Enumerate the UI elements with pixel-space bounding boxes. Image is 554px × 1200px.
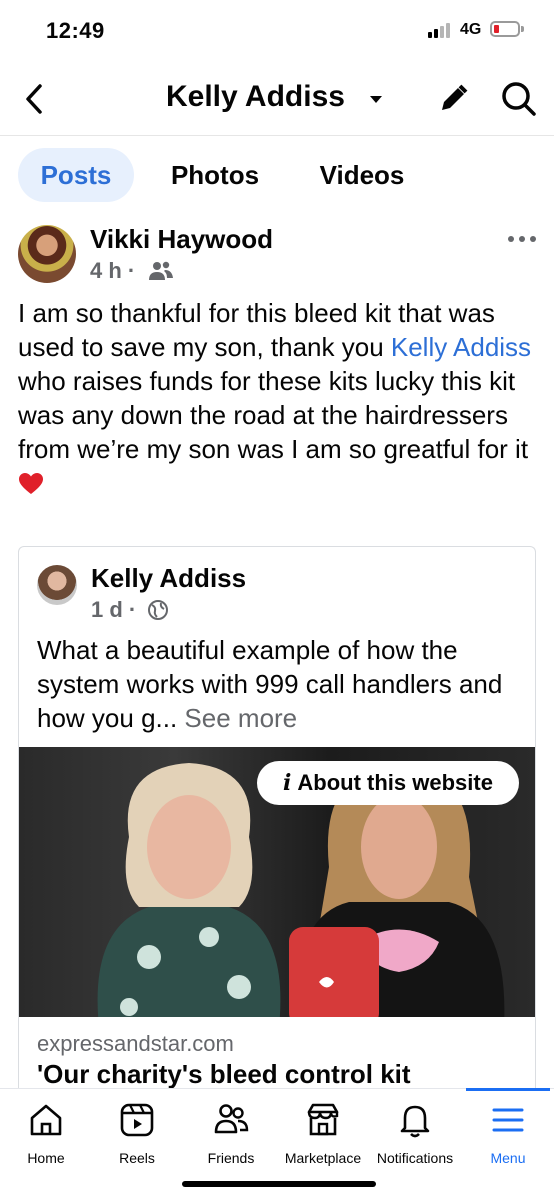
- page-header: Kelly Addiss: [0, 62, 554, 136]
- home-icon: [30, 1104, 62, 1136]
- home-indicator[interactable]: [182, 1181, 376, 1187]
- see-more-link[interactable]: See more: [184, 703, 297, 733]
- info-icon: i: [283, 770, 292, 796]
- post-text: I am so thankful for this bleed kit that…: [18, 296, 543, 500]
- marketplace-icon: [307, 1103, 339, 1136]
- shared-post-text: What a beautiful example of how the syst…: [37, 633, 517, 735]
- meta-separator: ·: [121, 258, 136, 283]
- photo-person-left: [97, 763, 281, 1017]
- post-text-part: who raises funds for these kits lucky th…: [18, 366, 529, 464]
- about-website-button[interactable]: i About this website: [257, 761, 519, 805]
- active-tab-indicator: [466, 1088, 550, 1091]
- friends-icon: [214, 1104, 249, 1134]
- bell-icon: [400, 1105, 430, 1138]
- about-website-label: About this website: [297, 770, 493, 795]
- nav-label: Marketplace: [284, 1150, 362, 1166]
- menu-icon: [492, 1108, 524, 1132]
- nav-label: Notifications: [376, 1150, 454, 1166]
- post-time[interactable]: 4 h: [90, 258, 122, 283]
- search-icon: [502, 82, 536, 116]
- shared-post-time[interactable]: 1 d: [91, 597, 123, 622]
- link-preview-image[interactable]: i About this website: [19, 747, 535, 1017]
- tab-videos[interactable]: Videos: [300, 148, 424, 202]
- post-author-name[interactable]: Vikki Haywood: [90, 224, 273, 255]
- nav-reels[interactable]: Reels: [108, 1100, 166, 1170]
- nav-label: Menu: [490, 1150, 526, 1166]
- chevron-left-icon: [26, 84, 42, 114]
- friends-icon: [148, 260, 174, 282]
- globe-icon: [147, 599, 169, 621]
- status-bar: 12:49 4G: [0, 0, 554, 62]
- tab-photos[interactable]: Photos: [150, 148, 280, 202]
- shared-author-avatar[interactable]: [37, 565, 77, 605]
- shared-post-card[interactable]: Kelly Addiss 1 d · What a beautiful exam…: [18, 546, 536, 1106]
- network-label: 4G: [460, 21, 482, 38]
- nav-label: Friends: [207, 1150, 255, 1166]
- shared-author-name[interactable]: Kelly Addiss: [91, 563, 246, 594]
- pencil-icon: [442, 84, 468, 110]
- link-domain: expressandstar.com: [37, 1031, 234, 1056]
- caret-down-icon[interactable]: [370, 96, 382, 103]
- battery-tip: [521, 26, 524, 32]
- more-options-icon[interactable]: [508, 232, 538, 246]
- page-title[interactable]: Kelly Addiss: [166, 80, 345, 114]
- battery-icon: [490, 21, 520, 37]
- shared-post-meta: 1 d ·: [91, 597, 136, 623]
- meta-separator: ·: [122, 597, 137, 622]
- tab-posts[interactable]: Posts: [18, 148, 134, 202]
- mention-link[interactable]: Kelly Addiss: [391, 332, 531, 362]
- nav-friends[interactable]: Friends: [200, 1100, 262, 1170]
- nav-label: Reels: [119, 1150, 155, 1166]
- signal-icon: [428, 22, 454, 38]
- nav-menu[interactable]: Menu: [480, 1100, 536, 1170]
- profile-tabs: Posts Photos Videos: [0, 146, 554, 206]
- edit-button[interactable]: [436, 82, 470, 116]
- status-time: 12:49: [46, 18, 105, 43]
- heart-emoji-icon: [19, 473, 43, 494]
- link-title[interactable]: 'Our charity's bleed control kit: [37, 1059, 411, 1090]
- back-button[interactable]: [18, 80, 52, 118]
- nav-notifications[interactable]: Notifications: [370, 1100, 460, 1170]
- nav-home[interactable]: Home: [18, 1100, 74, 1170]
- nav-label: Home: [27, 1150, 65, 1166]
- post-meta: 4 h ·: [90, 258, 135, 284]
- search-button[interactable]: [500, 80, 538, 118]
- reels-icon: [120, 1103, 154, 1137]
- nav-marketplace[interactable]: Marketplace: [280, 1100, 366, 1170]
- author-avatar[interactable]: [18, 225, 76, 283]
